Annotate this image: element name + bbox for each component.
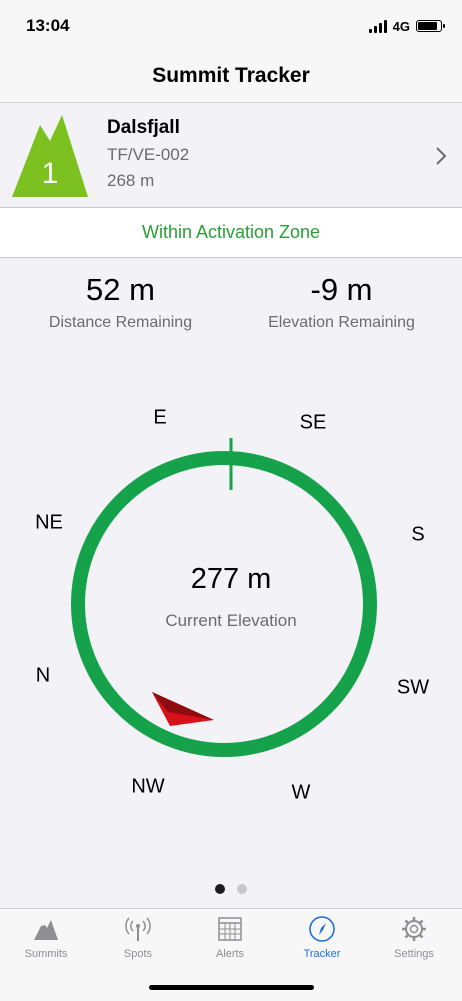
- compass-label-n: N: [35, 664, 51, 687]
- activation-zone-text: Within Activation Zone: [141, 222, 321, 242]
- compass: E SE S SW W NW N NE: [0, 380, 462, 840]
- elevation-label: Elevation Remaining: [268, 314, 415, 331]
- calendar-icon: [218, 917, 242, 941]
- network-type: 4G: [392, 18, 410, 34]
- compass-label-s: S: [411, 523, 425, 546]
- activation-zone-banner: Within Activation Zone: [0, 208, 462, 258]
- distance-value: 52 m: [86, 272, 155, 307]
- tab-tracker[interactable]: Tracker: [276, 909, 368, 969]
- compass-label-ne: NE: [35, 511, 63, 534]
- status-bar: 13:04 4G: [0, 0, 462, 54]
- page-dot-1[interactable]: [215, 884, 225, 894]
- compass-label-w: W: [291, 781, 311, 804]
- mountain-icon: [34, 920, 58, 940]
- summit-badge-number: 1: [42, 157, 59, 190]
- tab-tracker-label: Tracker: [303, 948, 341, 960]
- compass-label-sw: SW: [396, 676, 430, 699]
- nav-bar: Summit Tracker: [0, 54, 462, 103]
- tab-settings-label: Settings: [394, 948, 434, 960]
- compass-label-nw: NW: [131, 775, 165, 798]
- distance-stat: 52 m Distance Remaining: [5, 270, 236, 332]
- tab-spots-label: Spots: [123, 948, 153, 960]
- page-dot-2[interactable]: [237, 884, 247, 894]
- tab-alerts-label: Alerts: [215, 948, 245, 960]
- status-indicators: 4G: [368, 17, 445, 35]
- summit-card[interactable]: 1 Dalsfjall TF/VE-002 268 m: [0, 103, 462, 208]
- compass-label-e: E: [153, 406, 167, 429]
- signal-icon: [368, 19, 387, 33]
- summit-name: Dalsfjall: [107, 117, 180, 138]
- compass-graphic: [71, 438, 377, 757]
- chevron-right-icon: [436, 147, 447, 165]
- tab-alerts[interactable]: Alerts: [184, 909, 276, 969]
- elevation-value: -9 m: [310, 272, 373, 307]
- elevation-stat: -9 m Elevation Remaining: [226, 270, 457, 332]
- distance-label: Distance Remaining: [48, 314, 193, 331]
- page-indicator[interactable]: [0, 884, 462, 894]
- direction-pointer: [152, 692, 214, 726]
- tab-summits-label: Summits: [24, 948, 68, 960]
- page-title: Summit Tracker: [152, 64, 310, 87]
- summit-points-badge: 1: [12, 115, 88, 197]
- compass-label-se: SE: [299, 411, 327, 434]
- tab-summits[interactable]: Summits: [0, 909, 92, 969]
- tab-settings[interactable]: Settings: [368, 909, 460, 969]
- summit-reference: TF/VE-002: [107, 145, 190, 164]
- battery-icon: [416, 20, 445, 32]
- antenna-icon: [125, 917, 151, 941]
- compass-icon: [309, 916, 335, 942]
- gear-icon: [402, 917, 426, 941]
- current-elevation-label: Current Elevation: [165, 611, 297, 630]
- current-elevation-value: 277 m: [190, 563, 272, 595]
- compass-ring: [71, 451, 377, 757]
- home-indicator: [149, 985, 314, 990]
- summit-height: 268 m: [107, 171, 155, 190]
- tab-spots[interactable]: Spots: [92, 909, 184, 969]
- status-time: 13:04: [26, 16, 70, 35]
